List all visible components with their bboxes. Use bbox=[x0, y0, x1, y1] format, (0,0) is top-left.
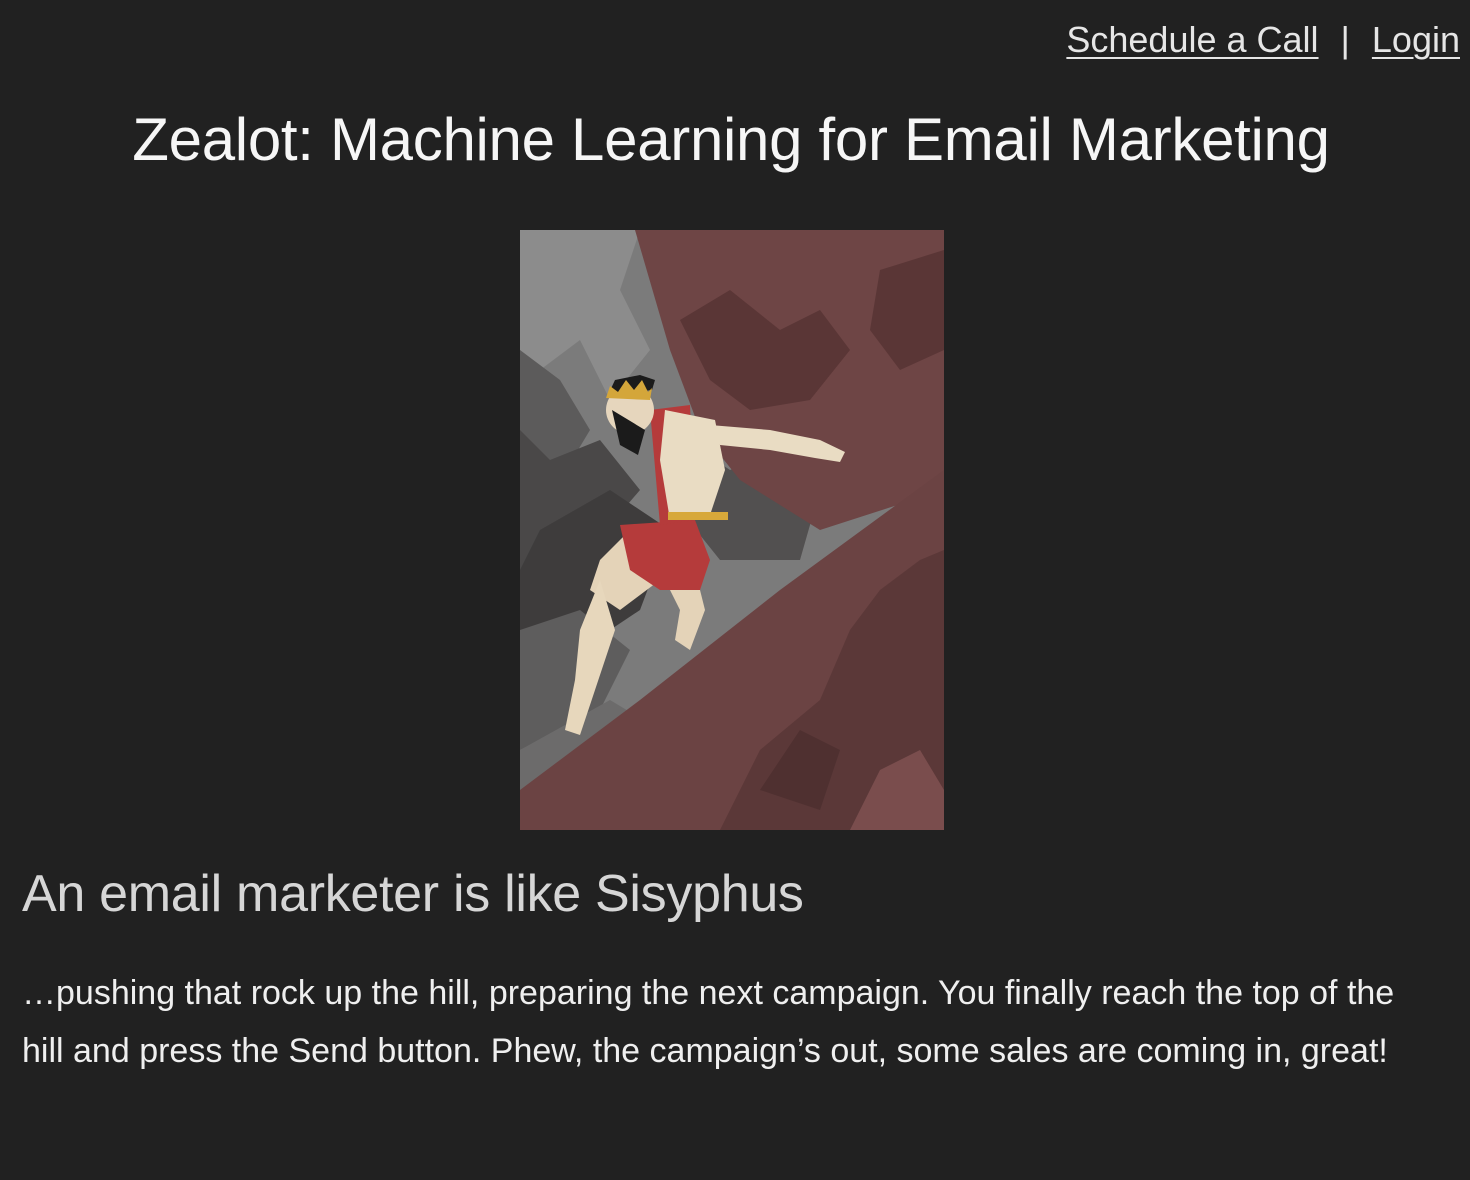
schedule-call-link[interactable]: Schedule a Call bbox=[1066, 18, 1318, 62]
section-heading: An email marketer is like Sisyphus bbox=[22, 865, 804, 923]
login-link[interactable]: Login bbox=[1372, 18, 1460, 62]
sisyphus-illustration bbox=[520, 230, 944, 830]
sisyphus-illustration-svg bbox=[520, 230, 944, 830]
page: Schedule a Call | Login Zealot: Machine … bbox=[0, 0, 1470, 1180]
nav-separator: | bbox=[1340, 19, 1350, 60]
intro-paragraph: …pushing that rock up the hill, preparin… bbox=[22, 974, 1395, 1070]
page-title: Zealot: Machine Learning for Email Marke… bbox=[132, 106, 1330, 173]
top-nav: Schedule a Call | Login bbox=[1066, 18, 1460, 62]
